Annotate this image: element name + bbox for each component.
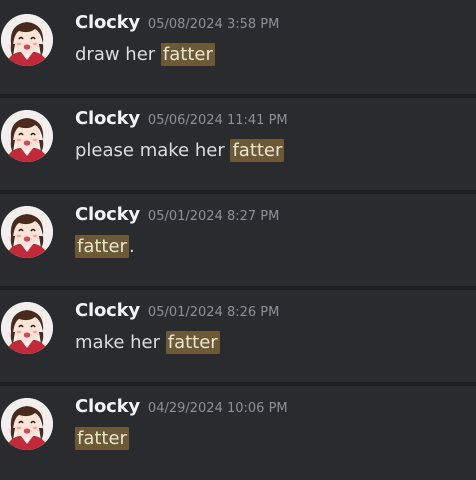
message-item[interactable]: Clocky 05/01/2024 8:27 PM fatter. [0, 192, 476, 288]
anime-girl-avatar-icon [1, 14, 53, 66]
message-timestamp: 04/29/2024 10:06 PM [147, 401, 288, 416]
search-highlight: fatter [165, 331, 220, 354]
username[interactable]: Clocky [75, 204, 140, 225]
message-timestamp: 05/08/2024 3:58 PM [147, 17, 280, 32]
anime-girl-avatar-icon [1, 206, 53, 258]
search-highlight: fatter [160, 43, 215, 66]
avatar[interactable] [1, 398, 53, 450]
message-text: please make her [75, 140, 231, 161]
message-timestamp: 05/06/2024 11:41 PM [147, 113, 288, 128]
message-item[interactable]: Clocky 05/08/2024 3:58 PM draw her fatter [0, 0, 476, 96]
anime-girl-avatar-icon [1, 302, 53, 354]
message-search-results: Clocky 05/08/2024 3:58 PM draw her fatter [0, 0, 476, 478]
avatar[interactable] [1, 110, 53, 162]
search-highlight: fatter [75, 235, 129, 258]
message-timestamp: 05/01/2024 8:26 PM [147, 305, 280, 320]
avatar[interactable] [1, 302, 53, 354]
username[interactable]: Clocky [75, 12, 140, 33]
message-header: Clocky 05/08/2024 3:58 PM [75, 12, 279, 36]
message-timestamp: 05/01/2024 8:27 PM [147, 209, 280, 224]
message-header: Clocky 05/01/2024 8:26 PM [75, 300, 279, 324]
message-content: please make her fatter [75, 139, 285, 163]
anime-girl-avatar-icon [1, 398, 53, 450]
anime-girl-avatar-icon [1, 110, 53, 162]
message-header: Clocky 04/29/2024 10:06 PM [75, 396, 288, 420]
message-text: draw her [75, 44, 161, 65]
message-text: make her [75, 332, 166, 353]
message-item[interactable]: Clocky 05/01/2024 8:26 PM make her fatter [0, 288, 476, 384]
username[interactable]: Clocky [75, 300, 140, 321]
avatar[interactable] [1, 206, 53, 258]
username[interactable]: Clocky [75, 108, 140, 129]
message-header: Clocky 05/01/2024 8:27 PM [75, 204, 279, 228]
message-content: fatter. [75, 235, 135, 259]
search-highlight: fatter [75, 427, 129, 450]
username[interactable]: Clocky [75, 396, 140, 417]
message-item[interactable]: Clocky 05/06/2024 11:41 PM please make he… [0, 96, 476, 192]
message-item[interactable]: Clocky 04/29/2024 10:06 PM fatter [0, 384, 476, 480]
message-content: fatter [75, 427, 129, 451]
message-content: make her fatter [75, 331, 220, 355]
search-highlight: fatter [230, 139, 285, 162]
message-header: Clocky 05/06/2024 11:41 PM [75, 108, 288, 132]
message-text: . [128, 236, 135, 257]
message-content: draw her fatter [75, 43, 215, 67]
avatar[interactable] [1, 14, 53, 66]
